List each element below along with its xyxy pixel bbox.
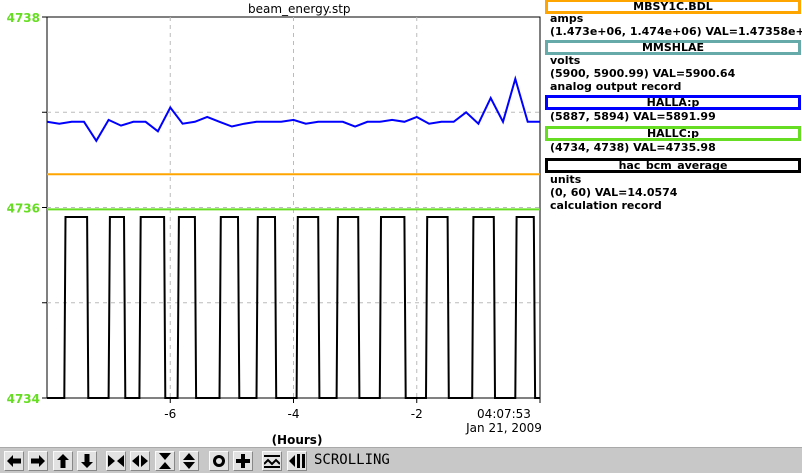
record-icon[interactable] — [209, 451, 229, 471]
legend-units: volts — [550, 54, 581, 67]
scrolling-status: SCROLLING — [314, 452, 390, 468]
zoom-out-vertical-icon[interactable] — [179, 451, 199, 471]
legend-range: (5900, 5900.99) VAL=5900.64 — [550, 67, 736, 80]
x-tick-label: 04:07:53 — [477, 407, 531, 421]
legend-header-hac-bcm-average[interactable]: hac_bcm_average — [545, 158, 801, 173]
legend-units: units — [550, 173, 582, 186]
x-axis-label: (Hours) — [272, 433, 323, 447]
y-tick-label: 4734 — [7, 392, 40, 406]
up-arrow-icon[interactable] — [53, 451, 73, 471]
legend-range: (0, 60) VAL=14.0574 — [550, 186, 678, 199]
y-tick-label: 4738 — [7, 11, 40, 25]
x-tick-label: Jan 21, 2009 — [465, 421, 542, 435]
crosshair-icon[interactable] — [233, 451, 253, 471]
x-tick-label: -6 — [164, 407, 176, 421]
zoom-in-vertical-icon[interactable] — [155, 451, 175, 471]
legend-range: (1.473e+06, 1.474e+06) VAL=1.47358e+06 — [550, 25, 802, 38]
x-tick-label: -2 — [411, 407, 423, 421]
legend-units: amps — [550, 12, 584, 25]
legend-record-type: analog output record — [550, 80, 682, 93]
toolbar: SCROLLING — [0, 447, 802, 473]
legend-header-hallc-p[interactable]: HALLC:p — [545, 126, 801, 141]
zoom-in-horizontal-icon[interactable] — [106, 451, 126, 471]
legend-header-mbsy1c-bdl[interactable]: MBSY1C.BDL — [545, 0, 801, 14]
zoom-out-horizontal-icon[interactable] — [130, 451, 150, 471]
legend-header-halla-p[interactable]: HALLA:p — [545, 95, 801, 110]
legend-record-type: calculation record — [550, 199, 662, 212]
x-tick-label: -4 — [288, 407, 300, 421]
legend-range: (4734, 4738) VAL=4735.98 — [550, 141, 716, 154]
strip-chart[interactable]: 4738 4736 4734 -6 -4 -2 04:07:53Jan 21, 2009 (H… — [0, 0, 545, 447]
scroll-icon[interactable] — [287, 451, 307, 471]
right-arrow-icon[interactable] — [28, 451, 48, 471]
legend-header-mmshlae[interactable]: MMSHLAE — [545, 40, 801, 55]
down-arrow-icon[interactable] — [77, 451, 97, 471]
legend-range: (5887, 5894) VAL=5891.99 — [550, 110, 716, 123]
y-tick-label: 4736 — [7, 202, 40, 216]
autoscale-icon[interactable] — [262, 451, 282, 471]
left-arrow-icon[interactable] — [4, 451, 24, 471]
